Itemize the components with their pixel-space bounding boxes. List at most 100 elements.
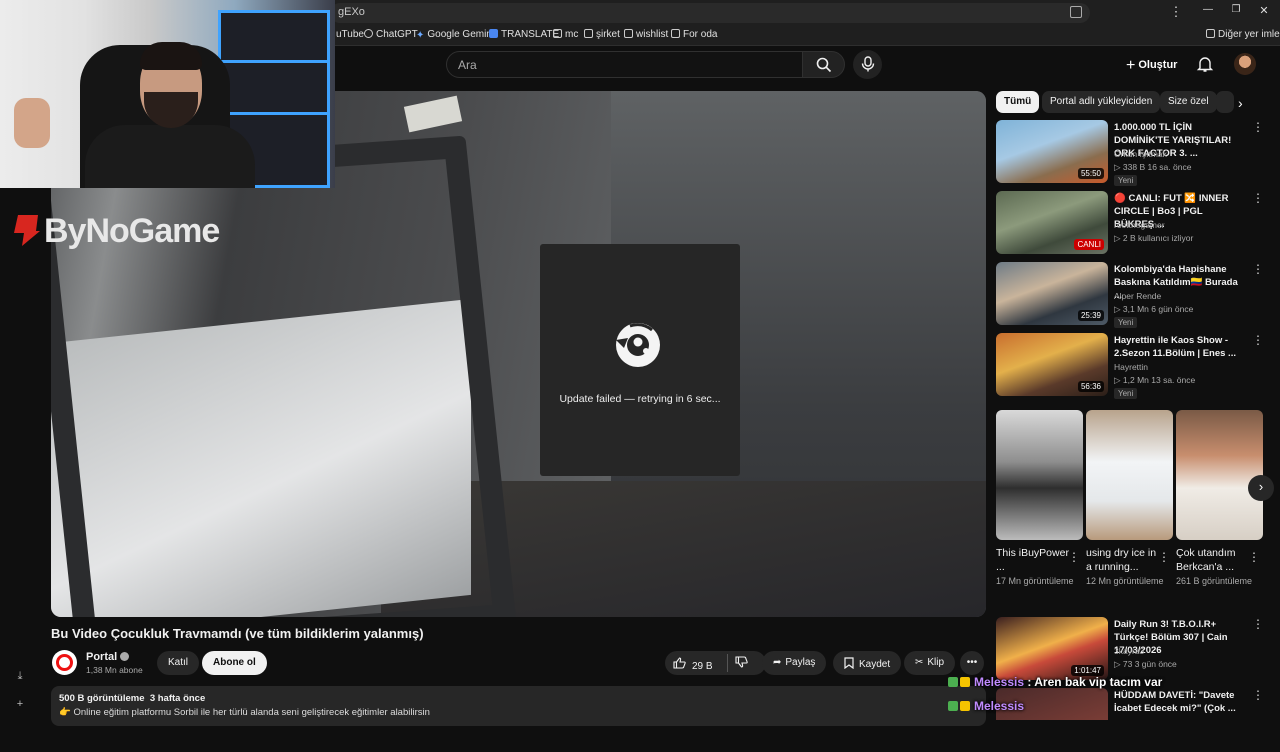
recommendation-meta-text: 73 3 gün önce: [1122, 659, 1177, 669]
recommendation-channel[interactable]: Orkun Işıtmak: [1114, 149, 1167, 159]
duration-badge: 25:39: [1077, 310, 1104, 321]
recommendation-item[interactable]: 55:50 1.000.000 TL İÇİN DOMİNİK'TE YARIŞ…: [996, 120, 1266, 186]
create-label: Oluştur: [1138, 59, 1178, 71]
recommendation-meta: ▷ 2 B kullanıcı izliyor: [1114, 233, 1194, 243]
recommendation-thumbnail[interactable]: 55:50: [996, 120, 1108, 183]
more-dots-icon[interactable]: ⋮: [1252, 191, 1264, 205]
other-bookmarks-label: Diğer yer imleri: [1218, 29, 1280, 40]
address-bar[interactable]: gEXo: [330, 3, 1090, 23]
search-button[interactable]: [802, 51, 845, 78]
bookmark-folder-for-oda[interactable]: For oda: [671, 29, 717, 40]
video-frame-door: [51, 135, 517, 617]
subscribe-button[interactable]: Abone ol: [202, 651, 267, 675]
short-item[interactable]: using dry ice in a running... 12 Mn görü…: [1086, 410, 1173, 588]
chip-more[interactable]: [1216, 91, 1234, 113]
recommendation-channel[interactable]: Hayrettin: [1114, 362, 1148, 372]
recommendation-meta-text: 2 B kullanıcı izliyor: [1122, 233, 1194, 243]
recommendation-thumbnail[interactable]: 1:01:47: [996, 617, 1108, 680]
address-text: gEXo: [338, 6, 365, 18]
recommendation-title[interactable]: Hayrettin ile Kaos Show - 2.Sezon 11.Böl…: [1114, 334, 1244, 360]
bookmark-translate[interactable]: TRANSLATE: [489, 29, 559, 40]
description-box[interactable]: 500 B görüntüleme 3 hafta önce 👉 Online …: [51, 686, 986, 726]
recommendation-title[interactable]: HÜDDAM DAVETİ: "Davete İcabet Edecek mi?…: [1114, 689, 1244, 715]
recommendation-meta-text: 3,1 Mn 6 gün önce: [1122, 304, 1194, 314]
search-placeholder: Ara: [458, 58, 477, 72]
account-avatar[interactable]: [1234, 53, 1256, 75]
more-dots-icon[interactable]: ⋮: [1252, 617, 1264, 631]
chip-for-you[interactable]: Size özel: [1160, 91, 1217, 113]
channel-avatar[interactable]: [52, 650, 77, 675]
chip-all[interactable]: Tümü: [996, 91, 1040, 113]
other-bookmarks[interactable]: Diğer yer imleri: [1206, 29, 1280, 40]
recommendation-thumbnail[interactable]: 25:39: [996, 262, 1108, 325]
recommendation-item[interactable]: HÜDDAM DAVETİ: "Davete İcabet Edecek mi?…: [996, 688, 1266, 752]
more-dots-icon[interactable]: ⋮: [1252, 688, 1264, 702]
chevron-right-icon[interactable]: ›: [1238, 95, 1243, 111]
bookmark-label: For oda: [683, 29, 718, 40]
search-input[interactable]: Ara: [446, 51, 803, 78]
short-thumbnail[interactable]: [1086, 410, 1173, 540]
new-badge: Yeni: [1114, 317, 1138, 328]
channel-name[interactable]: Portal: [86, 651, 130, 663]
recommendation-item[interactable]: 25:39 Kolombiya'da Hapishane Baskına Kat…: [996, 262, 1266, 328]
more-actions-button[interactable]: •••: [960, 651, 984, 675]
minimize-icon[interactable]: —: [1198, 4, 1218, 15]
short-title[interactable]: This iBuyPower ...: [996, 546, 1070, 574]
bookmark-folder-sirket[interactable]: şirket: [584, 29, 620, 40]
recommendation-thumbnail[interactable]: 56:36: [996, 333, 1108, 396]
recommendation-item[interactable]: CANLI 🔴 CANLI: FUT 🔀 INNER CIRCLE | Bo3 …: [996, 191, 1266, 255]
more-dots-icon[interactable]: ⋮: [1252, 333, 1264, 347]
short-thumbnail[interactable]: [996, 410, 1083, 540]
webcam-shelf-divider: [218, 112, 330, 115]
voice-search-button[interactable]: [853, 50, 882, 79]
page-info-icon[interactable]: [1070, 6, 1082, 18]
recommendation-channel[interactable]: rootthegamer: [1114, 220, 1165, 230]
recommendation-meta: ▷ 3,1 Mn 6 gün önce: [1114, 304, 1194, 314]
shorts-next-button[interactable]: ›: [1248, 475, 1274, 501]
like-count: 29 B: [692, 661, 713, 672]
share-label: Paylaş: [785, 657, 816, 668]
microphone-icon: [861, 56, 875, 72]
bookmark-folder-mc[interactable]: mc: [553, 29, 578, 40]
more-dots-icon[interactable]: ⋮: [1248, 550, 1260, 564]
short-title[interactable]: Çok utandım Berkcan'a ...: [1176, 546, 1250, 574]
clip-button[interactable]: ✂ Klip: [904, 651, 956, 675]
bookmark-folder-wishlist[interactable]: wishlist: [624, 29, 668, 40]
recommendation-thumbnail[interactable]: CANLI: [996, 191, 1108, 254]
more-dots-icon[interactable]: ⋮: [1252, 262, 1264, 276]
short-item[interactable]: This iBuyPower ... 17 Mn görüntüleme ⋮: [996, 410, 1083, 588]
recommendation-item[interactable]: 1:01:47 Daily Run 3! T.B.O.I.R+ Türkçe! …: [996, 617, 1266, 681]
download-icon[interactable]: ⤓: [14, 670, 26, 682]
short-thumbnail[interactable]: [1176, 410, 1263, 540]
maximize-icon[interactable]: ❐: [1226, 4, 1246, 15]
short-item[interactable]: Çok utandım Berkcan'a ... 261 B görüntül…: [1176, 410, 1263, 588]
close-icon[interactable]: ✕: [1254, 4, 1274, 17]
chrome-menu-icon[interactable]: ⋮: [1166, 4, 1186, 20]
share-button[interactable]: ➦ Paylaş: [762, 651, 827, 675]
bookmark-gemini[interactable]: ✦ Google Gemini: [416, 29, 494, 41]
notifications-button[interactable]: [1196, 55, 1216, 75]
recommendation-channel[interactable]: Alper Rende: [1114, 291, 1161, 301]
bookmark-label: wishlist: [636, 29, 669, 40]
more-dots-icon[interactable]: ⋮: [1252, 120, 1264, 134]
chip-from-uploader[interactable]: Portal adlı yükleyiciden: [1042, 91, 1161, 113]
recommendation-channel[interactable]: 3kayra3: [1114, 646, 1144, 656]
stream-chat-message: Melessis : Aren bak vip tacım var: [948, 675, 1162, 689]
more-dots-icon[interactable]: ⋮: [1158, 550, 1170, 564]
save-button[interactable]: Kaydet: [833, 651, 902, 675]
plus-icon: +: [1126, 57, 1136, 74]
create-button[interactable]: + Oluştur: [1118, 52, 1185, 76]
update-error-dialog: Update failed — retrying in 6 sec...: [540, 244, 740, 476]
bookmark-chatgpt[interactable]: ChatGPT: [364, 29, 418, 40]
chat-message-text: : Aren bak vip tacım var: [1024, 675, 1163, 689]
like-button[interactable]: 29 B: [673, 657, 713, 672]
join-button[interactable]: Katıl: [157, 651, 200, 675]
thumbs-down-icon[interactable]: [735, 656, 748, 668]
duration-badge: 56:36: [1077, 381, 1104, 392]
bookmark-youtube[interactable]: uTube: [336, 29, 364, 40]
more-dots-icon[interactable]: ⋮: [1068, 550, 1080, 564]
short-title[interactable]: using dry ice in a running...: [1086, 546, 1160, 574]
recommendation-item[interactable]: 56:36 Hayrettin ile Kaos Show - 2.Sezon …: [996, 333, 1266, 399]
add-icon[interactable]: +: [14, 698, 26, 710]
bynogame-logo-mark: [14, 215, 40, 246]
